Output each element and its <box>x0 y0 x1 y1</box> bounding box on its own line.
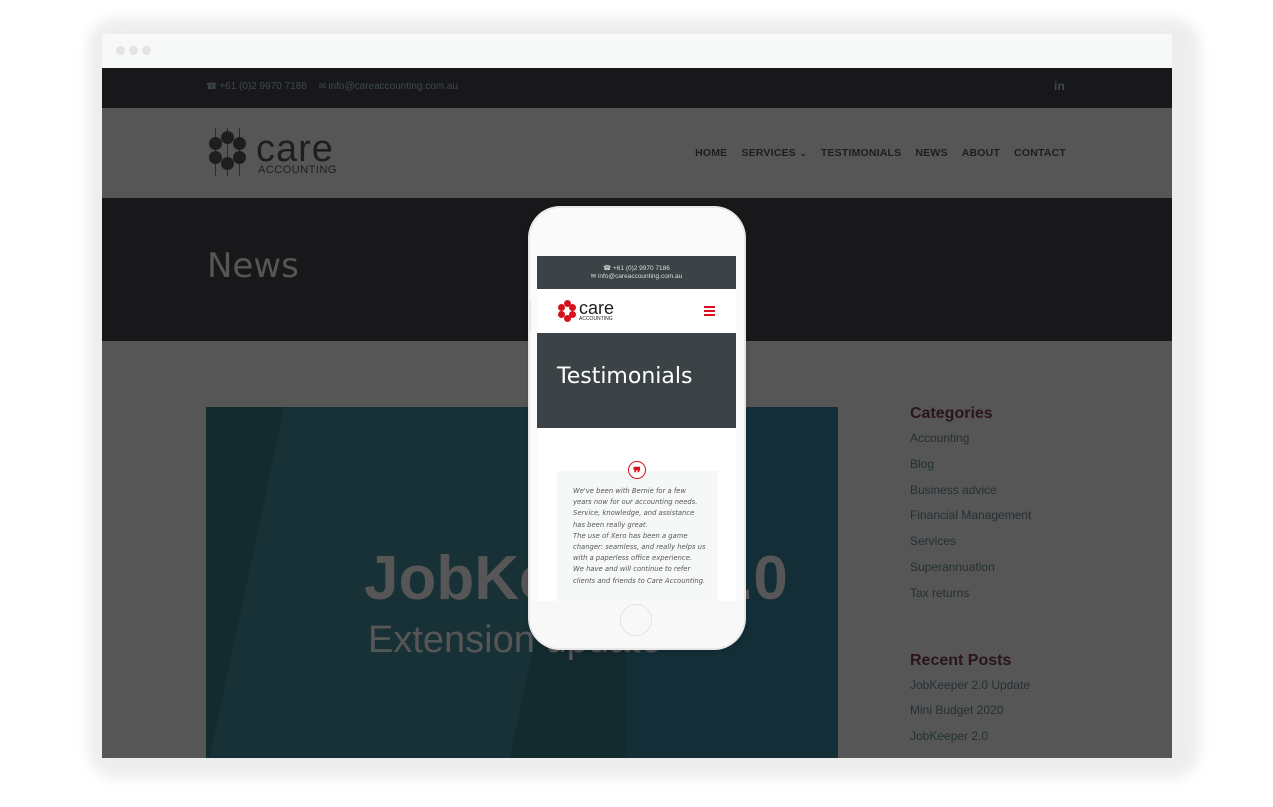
chevron-down-icon: ⌄ <box>799 149 807 158</box>
mobile-title-banner: Testimonials <box>537 333 736 428</box>
categories-heading: Categories <box>910 405 993 422</box>
phone-icon: ☎ <box>603 265 612 272</box>
nav-home[interactable]: HOME <box>695 147 727 159</box>
categories-list: Accounting Blog Business advice Financia… <box>910 431 1110 612</box>
nav-news[interactable]: NEWS <box>915 147 947 159</box>
category-link[interactable]: Superannuation <box>910 560 1110 586</box>
category-link[interactable]: Blog <box>910 457 1110 483</box>
phone-link[interactable]: ☎ +61 (0)2 9970 7186 <box>206 81 307 92</box>
logo-abacus-icon <box>558 299 576 322</box>
main-nav: HOME SERVICES ⌄ TESTIMONIALS NEWS ABOUT C… <box>695 147 1066 159</box>
logo-abacus-icon <box>208 128 248 178</box>
testimonial-card: We've been with Bernie for a few years n… <box>557 471 718 601</box>
email-address: info@careaccounting.com.au <box>328 81 459 92</box>
email-link[interactable]: ✉ info@careaccounting.com.au <box>319 81 458 92</box>
category-link[interactable]: Accounting <box>910 431 1110 457</box>
mobile-phone-link[interactable]: ☎ +61 (0)2 9970 7186 <box>537 265 736 273</box>
window-minimize-button[interactable] <box>129 46 138 55</box>
phone-mockup: ☎ +61 (0)2 9970 7186 ✉ info@careaccounti… <box>530 208 744 648</box>
mobile-phone-number: +61 (0)2 9970 7186 <box>612 265 670 272</box>
top-contact-bar: ☎ +61 (0)2 9970 7186 ✉ info@careaccounting… <box>102 68 1172 108</box>
recent-post-link[interactable]: Mini Budget 2020 <box>910 703 1110 729</box>
mobile-contact-bar: ☎ +61 (0)2 9970 7186 ✉ info@careaccounti… <box>537 256 736 289</box>
testimonial-text: We've been with Bernie for a few years n… <box>573 487 706 585</box>
phone-icon: ☎ <box>206 81 218 91</box>
nav-contact[interactable]: CONTACT <box>1014 147 1066 159</box>
page-title: News <box>207 246 299 286</box>
category-link[interactable]: Financial Management <box>910 508 1110 534</box>
email-icon: ✉ <box>318 81 327 91</box>
category-link[interactable]: Business advice <box>910 483 1110 509</box>
logo-wordmark: care <box>256 128 334 170</box>
recent-posts-list: JobKeeper 2.0 Update Mini Budget 2020 Jo… <box>910 678 1110 755</box>
linkedin-icon[interactable]: in <box>1054 79 1065 93</box>
sidebar: Categories Accounting Blog Business advi… <box>910 405 1110 755</box>
window-maximize-button[interactable] <box>142 46 151 55</box>
phone-number: +61 (0)2 9970 7186 <box>219 81 307 92</box>
site-logo[interactable]: care ACCOUNTING <box>208 128 337 178</box>
recent-posts-heading: Recent Posts <box>910 651 1012 669</box>
category-link[interactable]: Services <box>910 534 1110 560</box>
category-link[interactable]: Tax returns <box>910 586 1110 612</box>
mobile-header: care ACCOUNTING <box>537 289 736 333</box>
mobile-page-title: Testimonials <box>557 364 693 389</box>
mobile-email-address: info@careaccounting.com.au <box>597 273 683 280</box>
logo-subtitle: ACCOUNTING <box>258 164 337 176</box>
mobile-screen: ☎ +61 (0)2 9970 7186 ✉ info@careaccounti… <box>537 256 736 601</box>
window-close-button[interactable] <box>116 46 125 55</box>
recent-post-link[interactable]: JobKeeper 2.0 <box>910 729 1110 755</box>
mobile-logo-wordmark: care <box>579 298 615 318</box>
site-header: care ACCOUNTING HOME SERVICES ⌄ TESTIMONI… <box>102 108 1172 198</box>
nav-services-label: SERVICES <box>741 147 796 159</box>
phone-home-button <box>620 604 652 636</box>
quote-icon: ❞ <box>628 461 646 482</box>
nav-testimonials[interactable]: TESTIMONIALS <box>821 147 902 159</box>
mobile-logo[interactable]: care ACCOUNTING <box>558 299 614 322</box>
nav-about[interactable]: ABOUT <box>962 147 1000 159</box>
browser-title-bar <box>102 34 1172 68</box>
email-icon: ✉ <box>590 273 597 280</box>
hamburger-menu-icon[interactable] <box>704 306 715 318</box>
nav-services[interactable]: SERVICES ⌄ <box>741 147 806 159</box>
mobile-logo-subtitle: ACCOUNTING <box>579 316 613 322</box>
mobile-email-link[interactable]: ✉ info@careaccounting.com.au <box>537 273 736 281</box>
recent-post-link[interactable]: JobKeeper 2.0 Update <box>910 678 1110 704</box>
